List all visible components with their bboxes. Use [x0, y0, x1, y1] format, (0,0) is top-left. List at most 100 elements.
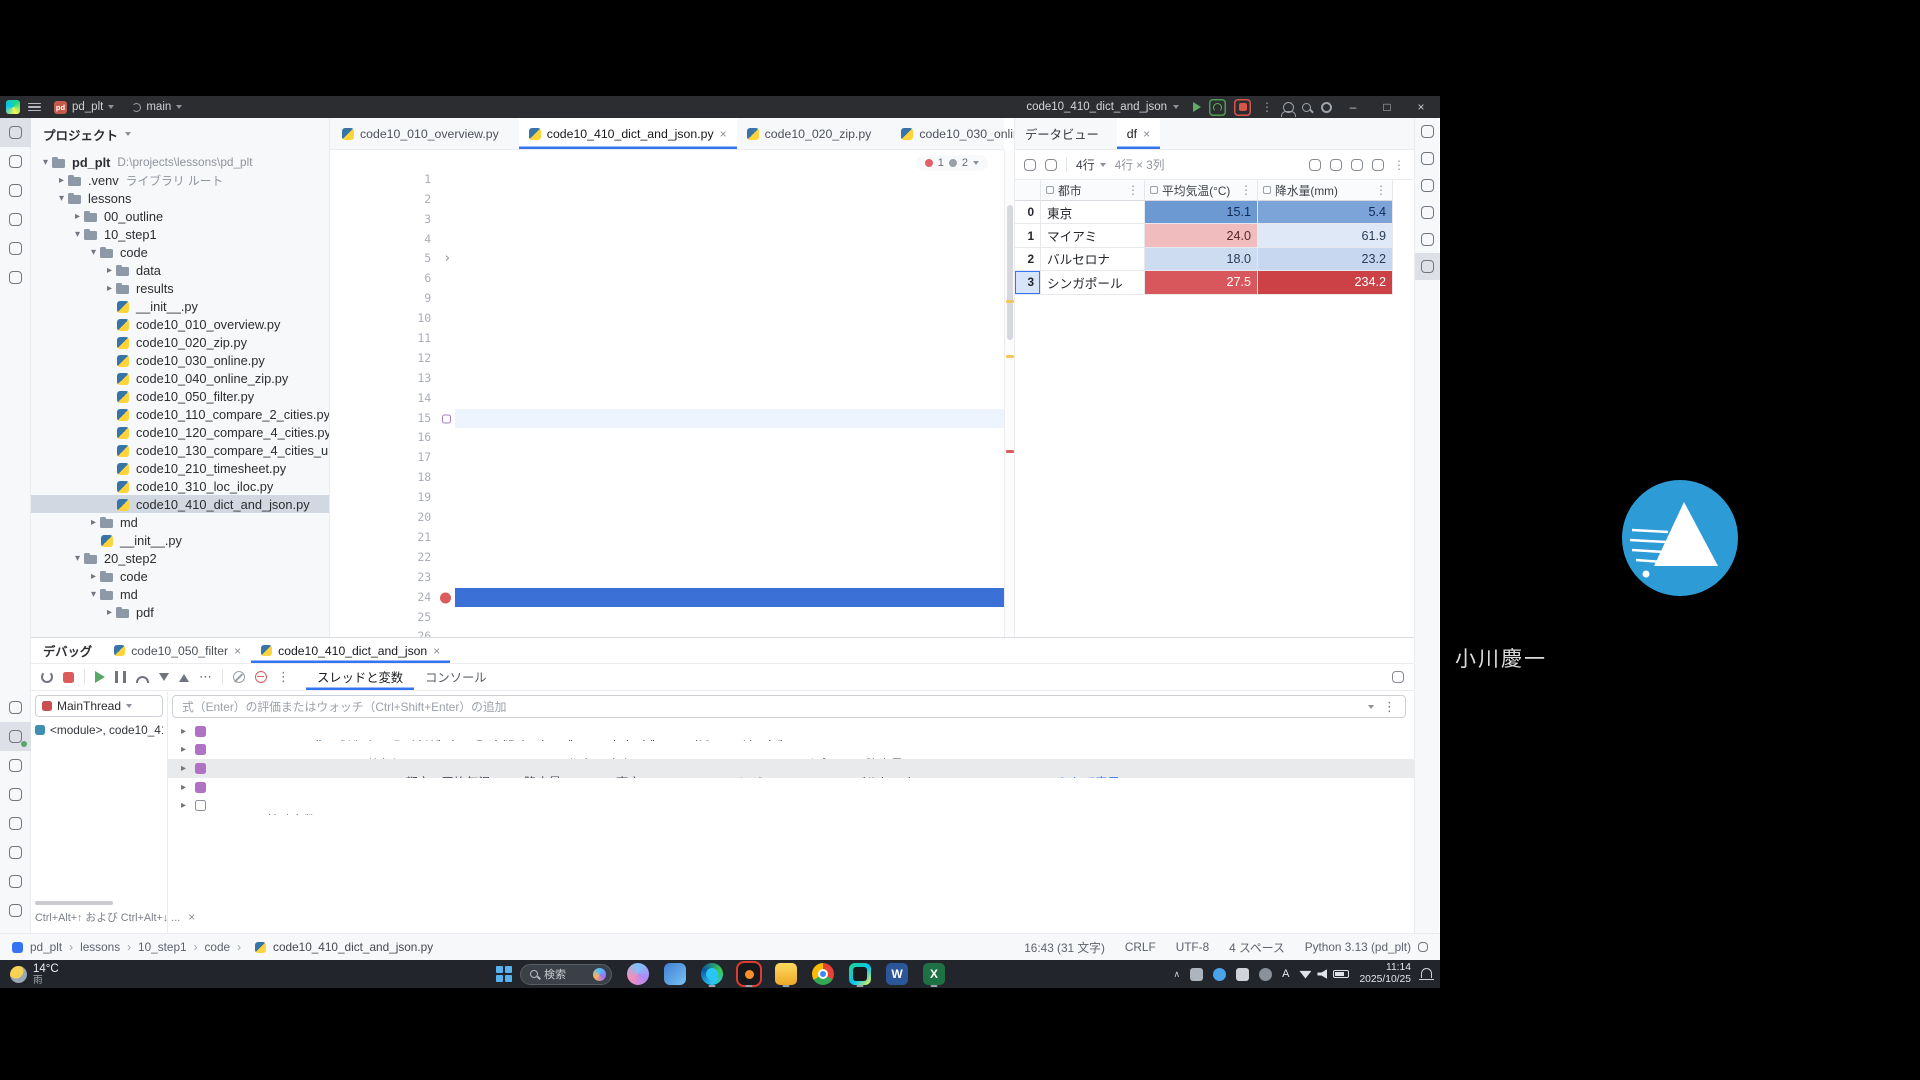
- tree-item[interactable]: code10_120_compare_4_cities.py: [31, 423, 329, 441]
- gutter-icon[interactable]: [440, 592, 451, 603]
- tree-item[interactable]: code10_010_overview.py: [31, 315, 329, 333]
- code-line[interactable]: 25 print(df): [330, 588, 1004, 608]
- tree-item[interactable]: code10_310_loc_iloc.py: [31, 477, 329, 495]
- inspections-widget[interactable]: 1 2: [916, 155, 988, 171]
- run-config-widget[interactable]: code10_410_dict_and_json: [1026, 101, 1179, 113]
- tool-vcs[interactable]: [0, 896, 31, 925]
- table-view-icon[interactable]: [1024, 159, 1036, 171]
- tool-terminal[interactable]: [0, 780, 31, 809]
- variable-row[interactable]: ▸ current_dir = {WindowsPath} WindowsPat…: [168, 722, 1414, 741]
- temp-cell[interactable]: 15.1: [1145, 201, 1258, 224]
- variable-row[interactable]: ▸ df = {DataFrame: (4, 3)} ['都市', '平均気温(…: [168, 759, 1414, 778]
- tree-item[interactable]: __init__.py: [31, 297, 329, 315]
- app-chrome[interactable]: [808, 960, 838, 988]
- code-line[interactable]: 26: [330, 607, 1004, 627]
- app-copilot[interactable]: [623, 960, 653, 988]
- column-menu-icon[interactable]: ⋮: [1240, 183, 1252, 197]
- column-menu-icon[interactable]: ⋮: [1375, 183, 1387, 197]
- index-column-header[interactable]: [1015, 180, 1041, 201]
- filter-icon[interactable]: [1309, 159, 1321, 171]
- tool-more[interactable]: [0, 263, 31, 292]
- code-line[interactable]: 19 }: [330, 468, 1004, 488]
- column-header-temp[interactable]: 平均気温(°C) ⋮: [1145, 180, 1258, 201]
- taskbar-search[interactable]: 検索: [520, 964, 612, 985]
- more-actions-icon[interactable]: ⋮: [1259, 100, 1275, 114]
- tab-close-icon[interactable]: ×: [234, 644, 241, 658]
- tree-item[interactable]: code10_050_filter.py: [31, 387, 329, 405]
- tree-chevron-icon[interactable]: [87, 247, 100, 258]
- tray-icon[interactable]: [1190, 968, 1203, 981]
- maximize-button[interactable]: □: [1374, 100, 1400, 114]
- rain-cell[interactable]: 5.4: [1258, 201, 1393, 224]
- breadcrumb-item[interactable]: lessons ›: [80, 940, 138, 954]
- code-line[interactable]: 17 '平均気温(°C)': [15.1, 24.0, 18.0, 27.5],: [330, 428, 1004, 448]
- tree-chevron-icon[interactable]: [87, 589, 100, 600]
- tree-item[interactable]: code10_040_online_zip.py: [31, 369, 329, 387]
- gutter[interactable]: 15: [330, 389, 455, 409]
- mute-breakpoints-icon[interactable]: [233, 671, 245, 683]
- code-editor[interactable]: 1 """ dict から Pandas DataFrame を生成します。 2: [330, 150, 1004, 637]
- gutter-icon[interactable]: [443, 249, 451, 269]
- tool-build[interactable]: [1415, 226, 1440, 253]
- gutter[interactable]: 16: [330, 409, 455, 429]
- start-button[interactable]: [496, 966, 512, 982]
- code-line[interactable]: 1 """ dict から Pandas DataFrame を生成します。: [330, 150, 1004, 170]
- gutter[interactable]: 20: [330, 488, 455, 508]
- stop-button[interactable]: [1234, 99, 1251, 116]
- column-header-city[interactable]: 都市 ⋮: [1041, 180, 1145, 201]
- tool-find[interactable]: [0, 234, 31, 263]
- gutter[interactable]: 14: [330, 369, 455, 389]
- tool-run[interactable]: [0, 693, 31, 722]
- menu-icon[interactable]: ⋮: [277, 669, 290, 685]
- run-button[interactable]: [1193, 102, 1201, 112]
- tree-item[interactable]: code10_130_compare_4_cities_updated.py: [31, 441, 329, 459]
- stop-icon[interactable]: [63, 672, 74, 683]
- gutter[interactable]: 10: [330, 289, 455, 309]
- expand-icon[interactable]: ▸: [181, 726, 195, 737]
- status-item[interactable]: UTF-8: [1176, 940, 1209, 954]
- tree-item[interactable]: code10_110_compare_2_cities.py: [31, 405, 329, 423]
- step-into-icon[interactable]: [159, 673, 169, 686]
- rain-cell[interactable]: 23.2: [1258, 248, 1393, 271]
- tree-chevron-icon[interactable]: [87, 517, 100, 528]
- rain-cell[interactable]: 61.9: [1258, 224, 1393, 247]
- code-line[interactable]: 27 # DataFrame を JSON ファイルとして保存（インデントとき: [330, 627, 1004, 637]
- expand-icon[interactable]: ▸: [181, 763, 195, 774]
- app-excel[interactable]: X: [919, 960, 949, 988]
- tool-documentation[interactable]: [1415, 172, 1440, 199]
- column-menu-icon[interactable]: ⋮: [1127, 183, 1139, 197]
- tree-item[interactable]: code10_030_online.py: [31, 351, 329, 369]
- tool-todo[interactable]: [0, 867, 31, 896]
- weather-widget[interactable]: 14°C 雨: [10, 960, 59, 988]
- tree-chevron-icon[interactable]: [71, 553, 84, 564]
- expand-icon[interactable]: ▸: [181, 782, 195, 793]
- rain-cell[interactable]: 234.2: [1258, 271, 1393, 294]
- thread-selector[interactable]: MainThread: [35, 695, 163, 717]
- temp-cell[interactable]: 24.0: [1145, 224, 1258, 247]
- city-cell[interactable]: バルセロナ: [1041, 248, 1145, 271]
- scrollbar-thumb[interactable]: [1007, 205, 1013, 340]
- tool-dataview[interactable]: [1415, 253, 1440, 280]
- tree-item[interactable]: md: [31, 585, 329, 603]
- tree-chevron-icon[interactable]: [55, 175, 68, 186]
- tree-chevron-icon[interactable]: [103, 265, 116, 276]
- city-cell[interactable]: シンガポール: [1041, 271, 1145, 294]
- code-line[interactable]: 23: [330, 548, 1004, 568]
- code-line[interactable]: 4 """: [330, 210, 1004, 230]
- tool-notifications[interactable]: [1415, 118, 1440, 145]
- code-line[interactable]: 20: [330, 488, 1004, 508]
- tree-chevron-icon[interactable]: [87, 571, 100, 582]
- breadcrumb-item[interactable]: code ›: [205, 940, 249, 954]
- gutter-icon[interactable]: [442, 414, 451, 423]
- gear-icon[interactable]: [1372, 159, 1384, 171]
- tray-icon[interactable]: [1259, 968, 1272, 981]
- gutter[interactable]: 18: [330, 448, 455, 468]
- tree-item[interactable]: 10_step1: [31, 225, 329, 243]
- minimize-button[interactable]: –: [1340, 100, 1366, 114]
- editor-tab[interactable]: code10_020_zip.py: [737, 118, 892, 149]
- code-line[interactable]: 3 実務ではあまりないケースですが、ネットや書籍で見かけることがあるため、紹介し…: [330, 190, 1004, 210]
- debug-session-tab[interactable]: code10_410_dict_and_json ×: [251, 638, 450, 663]
- stack-frame[interactable]: <module>, code10_410_di: [35, 720, 163, 740]
- more-steps-icon[interactable]: ⋯: [199, 669, 212, 685]
- project-widget[interactable]: pd pd_plt: [49, 100, 119, 115]
